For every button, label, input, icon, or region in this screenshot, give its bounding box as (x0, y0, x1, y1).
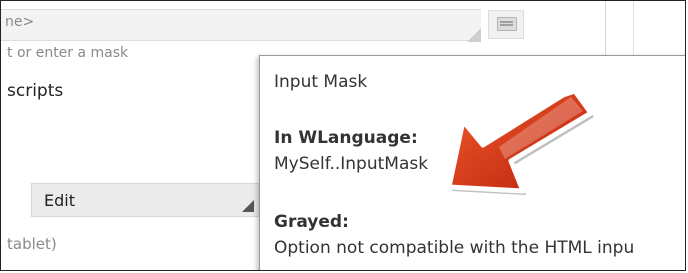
pointer-arrow-icon (446, 88, 594, 195)
tablet-hint-text: tablet) (7, 235, 57, 253)
card-icon (497, 17, 517, 31)
tooltip-grayed-value: Option not compatible with the HTML inpu (274, 238, 635, 258)
scripts-label: scripts (7, 81, 64, 101)
dropdown-arrow-icon[interactable] (467, 28, 481, 42)
field-input-top[interactable]: ne> (1, 9, 481, 42)
tooltip-wlanguage-value: MySelf..InputMask (274, 154, 429, 174)
column-divider (605, 1, 606, 61)
screenshot-frame: ne> t or enter a mask scripts Edit table… (0, 0, 686, 271)
column-divider (633, 1, 634, 61)
tooltip-grayed-label: Grayed: (274, 212, 349, 232)
mask-hint-text: t or enter a mask (7, 45, 129, 61)
edit-mask-button[interactable] (488, 10, 524, 39)
tooltip-wlanguage-label: In WLanguage: (274, 128, 418, 148)
chevron-down-icon (242, 200, 254, 212)
edit-combo-value: Edit (44, 191, 75, 210)
edit-combo-box[interactable]: Edit (31, 183, 261, 217)
top-field-text: ne> (5, 14, 35, 30)
tooltip-title: Input Mask (274, 72, 368, 92)
